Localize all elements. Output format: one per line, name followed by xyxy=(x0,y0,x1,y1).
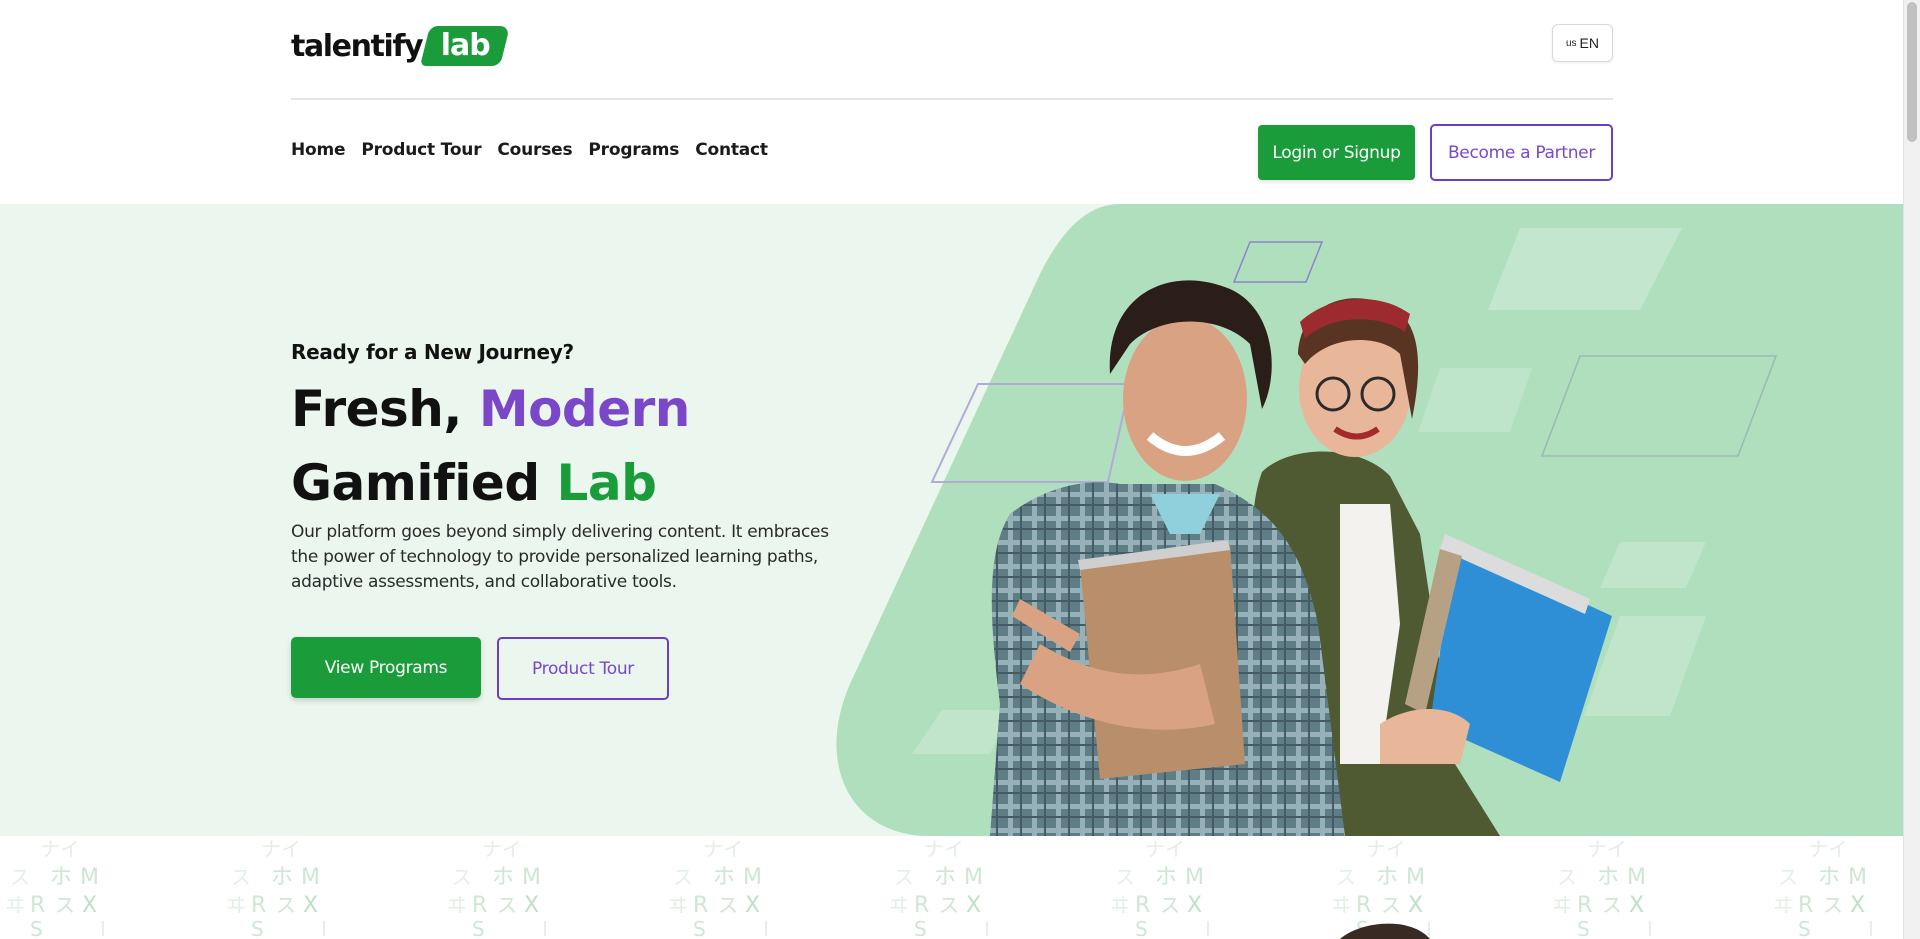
logo-badge: lab xyxy=(420,26,511,66)
view-programs-button[interactable]: View Programs xyxy=(291,637,481,698)
nav-item-contact[interactable]: Contact xyxy=(695,140,768,160)
glyph-pattern: ナ イ ス ホ M ヰ R ス X S I xyxy=(0,836,1903,939)
logo-badge-text: lab xyxy=(440,28,491,63)
hero-eyebrow: Ready for a New Journey? xyxy=(291,340,574,364)
language-code: EN xyxy=(1579,35,1599,51)
nav-item-programs[interactable]: Programs xyxy=(588,140,679,160)
login-signup-button[interactable]: Login or Signup xyxy=(1258,125,1415,180)
nav-item-home[interactable]: Home xyxy=(291,140,346,160)
nav-item-courses[interactable]: Courses xyxy=(497,140,572,160)
nav-item-product-tour[interactable]: Product Tour xyxy=(361,140,481,160)
headline-part-4: Lab xyxy=(556,454,657,512)
language-selector[interactable]: us EN xyxy=(1552,24,1613,62)
logo-wordmark: talentify xyxy=(291,28,424,64)
hero-section xyxy=(0,204,1903,836)
become-partner-button[interactable]: Become a Partner xyxy=(1430,124,1613,181)
headline-part-3: Gamified xyxy=(291,454,540,512)
headline-part-2: Modern xyxy=(478,380,691,438)
page-scrollbar[interactable] xyxy=(1903,0,1920,939)
main-nav: Home Product Tour Courses Programs Conta… xyxy=(291,140,768,160)
scrollbar-thumb[interactable] xyxy=(1907,2,1917,142)
hero-illustration xyxy=(836,204,1903,836)
top-header: talentify lab us EN xyxy=(291,0,1613,100)
headline-part-1: Fresh, xyxy=(291,380,462,438)
logo[interactable]: talentify lab xyxy=(291,25,511,67)
product-tour-button[interactable]: Product Tour xyxy=(497,637,669,700)
flag-icon: us xyxy=(1565,37,1577,49)
hero-description: Our platform goes beyond simply deliveri… xyxy=(291,522,829,592)
hero-headline: Fresh, Modern Gamified Lab xyxy=(291,372,690,520)
glyph-pattern-strip: ナ イ ス ホ M ヰ R ス X S I xyxy=(0,836,1903,939)
